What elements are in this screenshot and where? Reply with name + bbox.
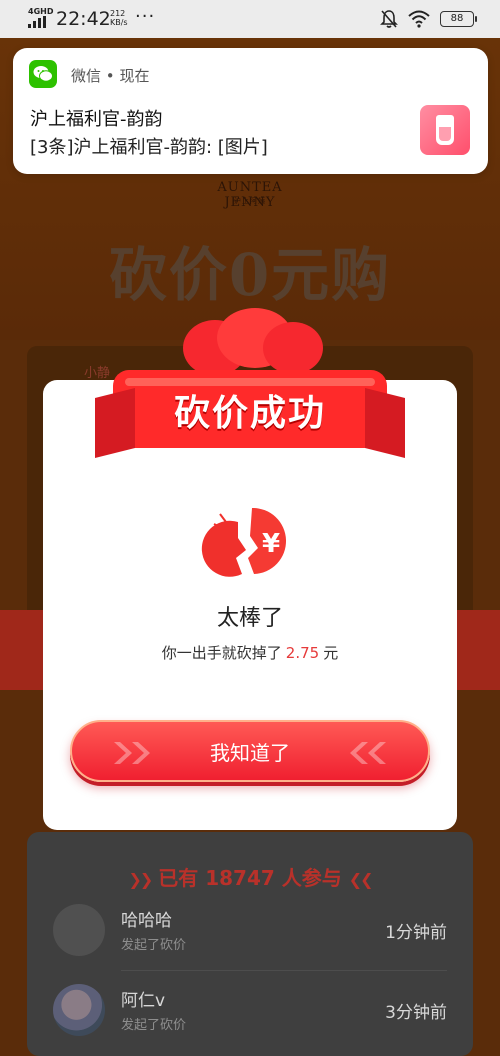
side-decoration-right	[456, 610, 500, 690]
network-type: 4GHD	[28, 7, 54, 16]
speed-unit: KB/s	[110, 18, 128, 27]
participants-suffix: 人参与	[281, 866, 342, 890]
mute-bell-icon	[380, 10, 398, 28]
dialog-message: 你一出手就砍掉了 2.75 元	[43, 642, 457, 663]
hero-title: 砍价0元购	[108, 241, 392, 309]
status-bar: 4GHD 22:42 212 KB/s ··· 88	[0, 0, 500, 38]
wechat-icon	[29, 60, 57, 88]
speed-value: 212	[110, 9, 126, 18]
got-it-label: 我知道了	[210, 740, 290, 765]
side-decoration-left	[0, 610, 44, 690]
notification-body: [3条]沪上福利官-韵韵: [图片]	[30, 137, 268, 158]
chevron-right-icon: ❯❯	[128, 870, 153, 889]
message-prefix: 你一出手就砍掉了	[161, 644, 282, 662]
notification-time: 现在	[119, 67, 150, 85]
user-name: 哈哈哈	[121, 911, 172, 931]
chevron-left-decoration-icon	[350, 742, 386, 764]
notification-app-name: 微信 • 现在	[71, 65, 149, 86]
separator-dot: •	[105, 67, 115, 85]
notification-thumbnail	[420, 105, 470, 155]
broken-coin-icon: ¥	[201, 507, 287, 577]
status-icons: 88	[380, 9, 477, 29]
avatar	[53, 984, 105, 1036]
brand-subtitle: 沪上阿姨	[234, 197, 266, 205]
message-suffix: 元	[323, 644, 339, 662]
signal-icon	[28, 16, 46, 28]
clock: 22:42	[56, 8, 111, 30]
success-banner-text: 砍价成功	[173, 393, 326, 434]
network-indicator: 4GHD	[28, 8, 53, 30]
got-it-button[interactable]: 我知道了	[70, 720, 430, 782]
app-name: 微信	[71, 67, 102, 85]
chevron-left-icon: ❮❮	[348, 870, 374, 889]
user-action: 发起了砍价	[121, 1018, 187, 1033]
dialog-title: 太棒了	[216, 606, 283, 631]
discount-amount: 2.75	[285, 644, 320, 662]
list-item[interactable]: 阿仁v 发起了砍价 3分钟前	[53, 984, 447, 1054]
notification-title: 沪上福利官-韵韵	[30, 109, 163, 130]
brand-logo: AUNTEA JENNY 沪上阿姨	[195, 180, 305, 210]
participants-count: 18747	[205, 866, 275, 890]
network-speed: 212 KB/s	[110, 9, 128, 27]
participants-header: ❯❯ 已有 18747 人参与 ❮❮	[27, 862, 473, 891]
drink-cup-icon	[436, 115, 454, 145]
user-name: 阿仁v	[121, 991, 166, 1011]
list-item[interactable]: 哈哈哈 发起了砍价 1分钟前	[53, 904, 447, 974]
user-action: 发起了砍价	[121, 938, 187, 953]
divider	[121, 970, 447, 971]
more-notifications-icon: ···	[135, 6, 156, 27]
participants-panel: ❯❯ 已有 18747 人参与 ❮❮ 哈哈哈 发起了砍价 1分钟前 阿仁v 发起…	[27, 832, 473, 1056]
wifi-icon	[408, 10, 430, 28]
svg-text:¥: ¥	[262, 529, 280, 559]
chevron-right-decoration-icon	[114, 742, 150, 764]
avatar	[53, 904, 105, 956]
wechat-notification[interactable]: 微信 • 现在 沪上福利官-韵韵 [3条]沪上福利官-韵韵: [图片]	[13, 48, 488, 174]
battery-icon: 88	[440, 11, 477, 27]
success-banner-label-wrap: 砍价成功	[95, 308, 405, 478]
participants-prefix: 已有	[158, 866, 199, 890]
user-time: 1分钟前	[385, 923, 447, 943]
user-time: 3分钟前	[385, 1003, 447, 1023]
